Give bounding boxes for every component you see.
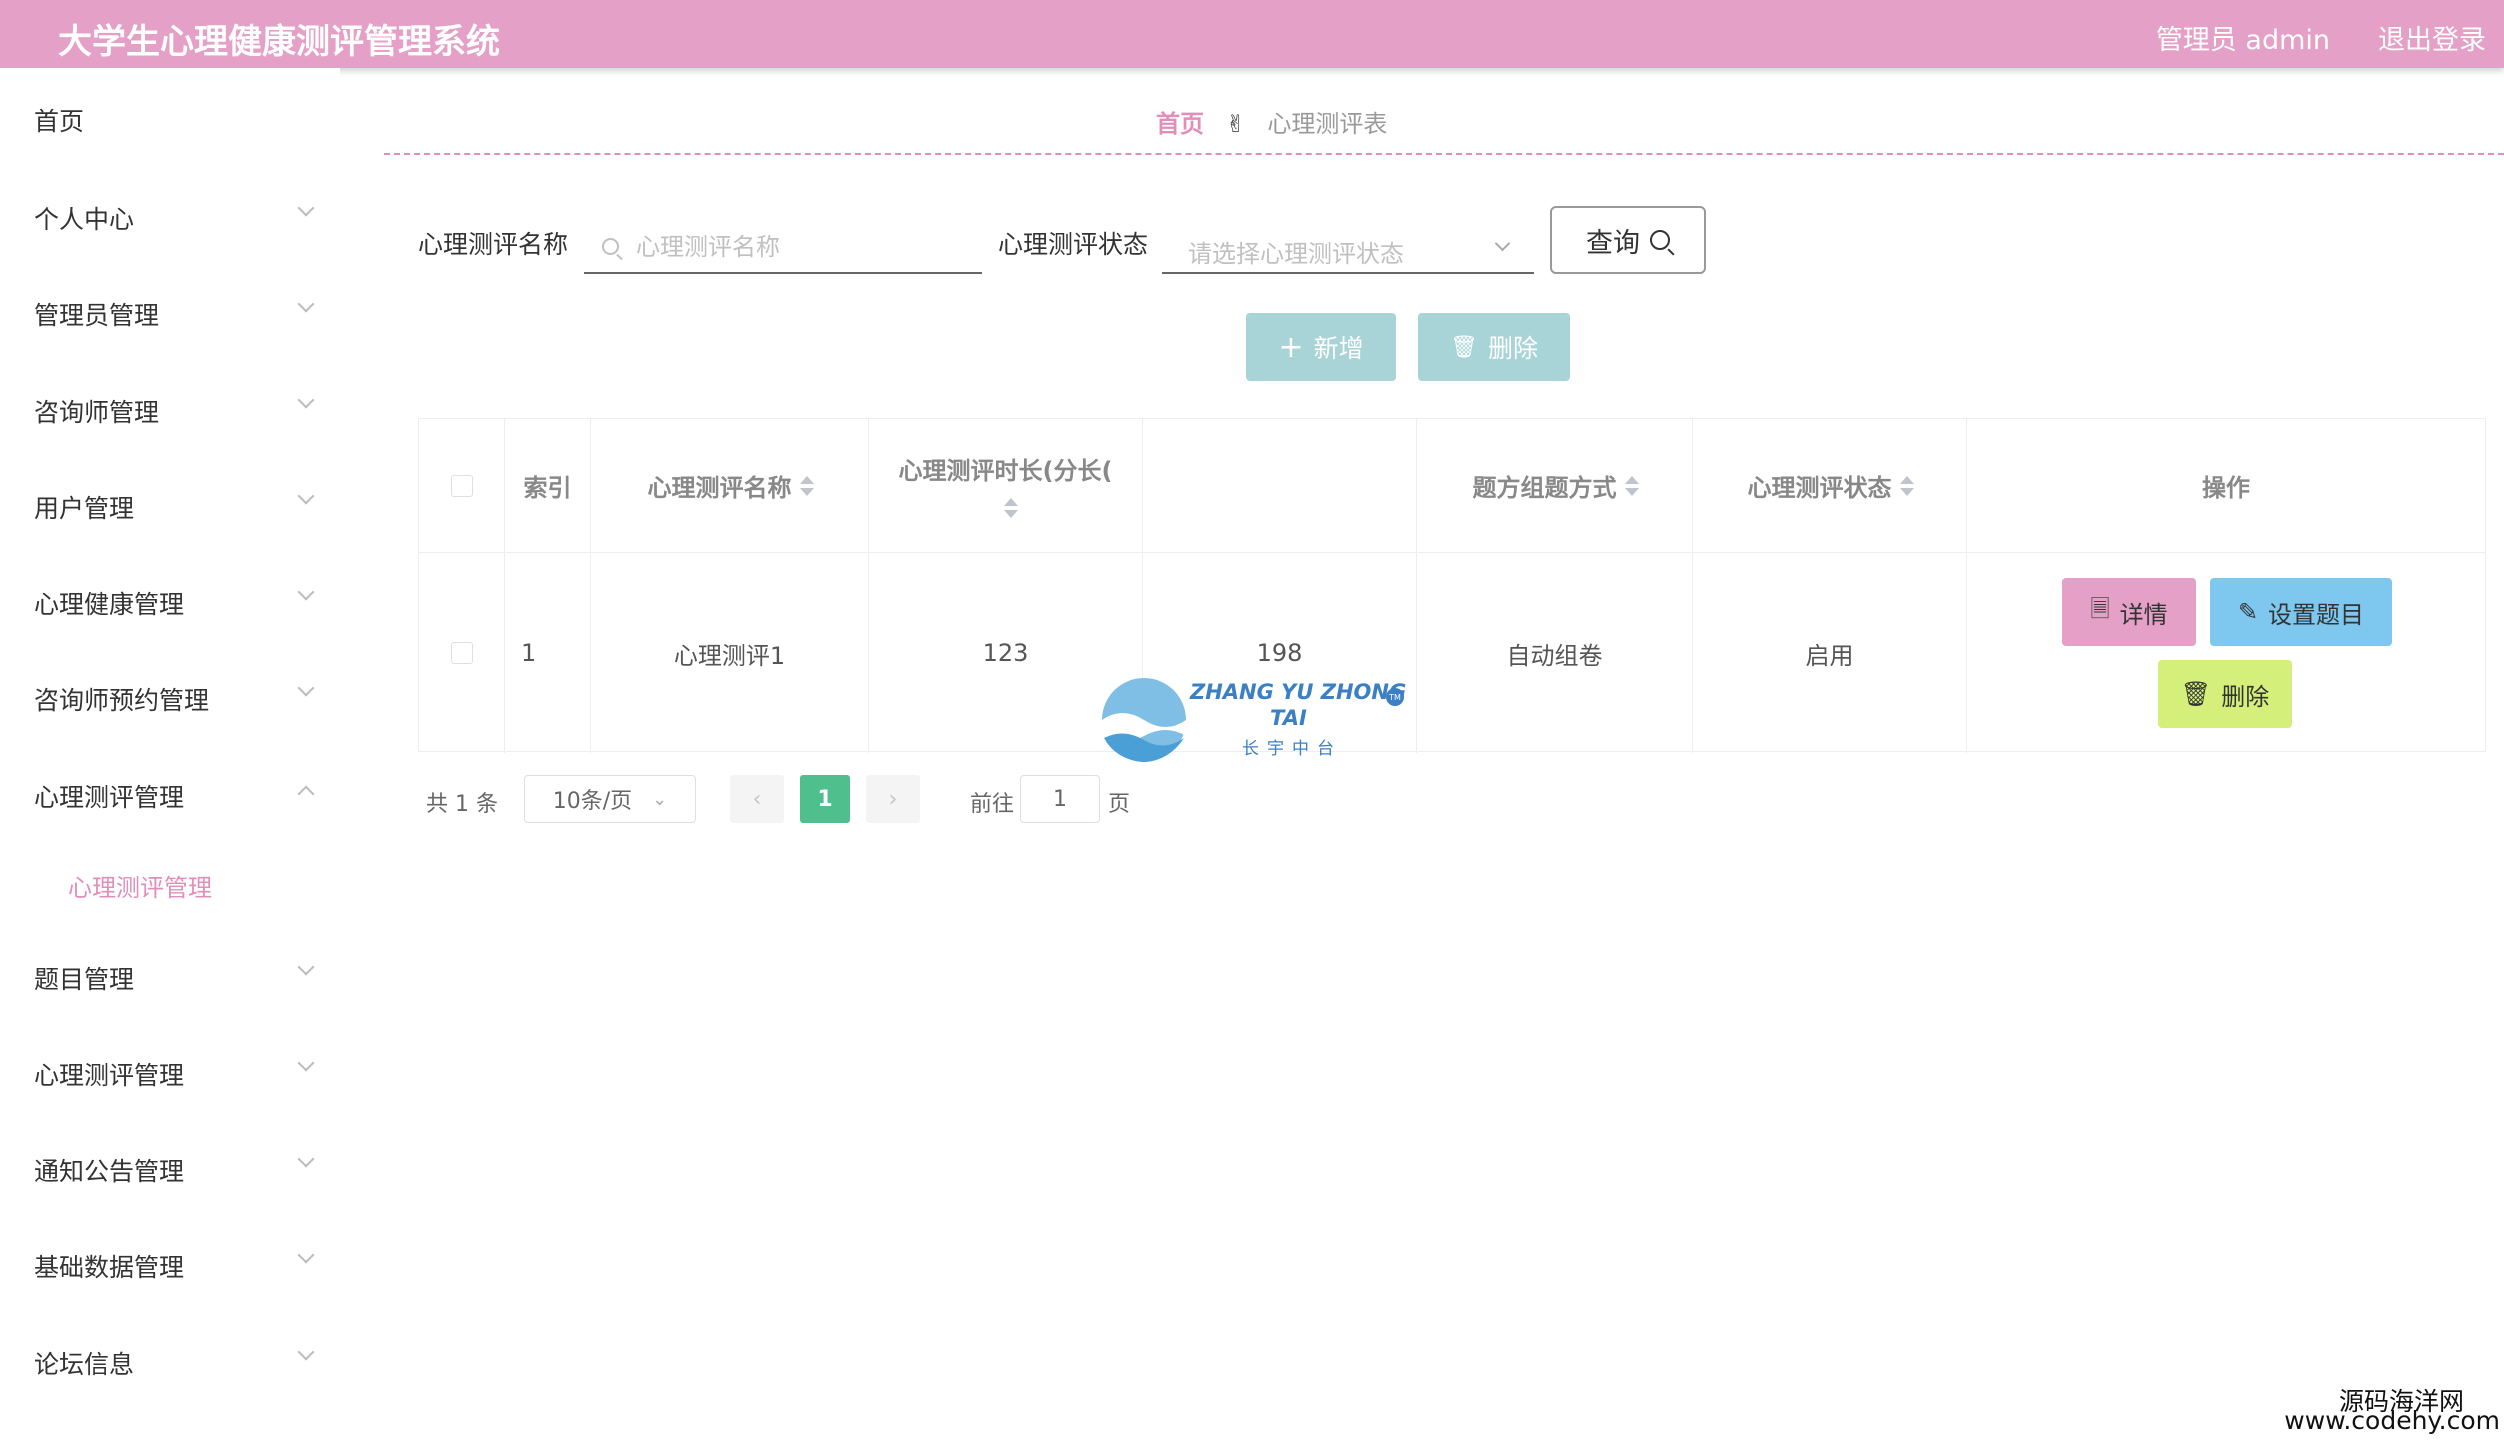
next-page-button[interactable]: ›: [866, 775, 920, 823]
page-1-button[interactable]: 1: [800, 775, 850, 823]
edit-icon: ✎: [2237, 598, 2259, 626]
status-select-placeholder: 请选择心理测评状态: [1188, 240, 1404, 268]
sidebar-item-question-manage[interactable]: 题目管理: [34, 960, 314, 996]
search-icon: [1650, 230, 1670, 250]
chevron-down-icon: ⌄: [652, 788, 668, 810]
goto-prefix: 前往: [970, 792, 1015, 817]
admin-label: 管理员 admin: [2155, 25, 2330, 56]
column-header-name[interactable]: 心理测评名称: [591, 419, 869, 553]
detail-button[interactable]: 🗏 详情: [2062, 578, 2196, 646]
goto-page-input[interactable]: 1: [1020, 775, 1100, 823]
detail-button-label: 详情: [2119, 600, 2168, 629]
cell-name: 心理测评1: [591, 553, 869, 753]
chevron-down-icon: [1494, 235, 1511, 252]
status-filter-label: 心理测评状态: [998, 230, 1149, 259]
logout-link[interactable]: 退出登录: [2378, 18, 2486, 57]
pager-total: 共 1 条: [426, 792, 498, 817]
page-size-label: 10条/页: [552, 789, 633, 814]
header-actions-label: 操作: [2202, 474, 2250, 502]
sidebar-item-personal-center[interactable]: 个人中心: [34, 200, 314, 236]
trash-icon: 🗑: [2180, 680, 2212, 708]
select-all-checkbox[interactable]: [450, 474, 473, 497]
column-header-actions: 操作: [1967, 419, 2485, 553]
cell-status: 启用: [1693, 553, 1967, 753]
app-title: 大学生心理健康测评管理系统: [58, 22, 500, 62]
header-index-label: 索引: [523, 474, 572, 502]
batch-delete-button[interactable]: 🗑 删除: [1418, 313, 1570, 381]
trash-icon: 🗑: [1450, 334, 1478, 360]
search-icon: [602, 238, 619, 255]
column-header-score-obscured: [1143, 419, 1417, 553]
query-button[interactable]: 查询: [1550, 206, 1706, 274]
prev-page-button[interactable]: ‹: [730, 775, 784, 823]
sidebar-item-user-manage[interactable]: 用户管理: [34, 489, 314, 525]
column-header-index: 索引: [505, 419, 591, 553]
plus-icon: +: [1278, 329, 1304, 365]
name-search-field: [584, 224, 982, 274]
sidebar-item-basic-data-manage[interactable]: 基础数据管理: [34, 1248, 314, 1284]
goto-suffix: 页: [1108, 792, 1131, 817]
name-search-input[interactable]: [584, 224, 982, 270]
sort-icon[interactable]: [1899, 474, 1914, 498]
page-size-select[interactable]: 10条/页 ⌄: [524, 775, 696, 823]
cell-method: 自动组卷: [1417, 553, 1693, 753]
sidebar-item-assessment-manage-2[interactable]: 心理测评管理: [34, 1056, 314, 1092]
row-delete-label: 删除: [2221, 682, 2270, 711]
query-button-label: 查询: [1586, 227, 1640, 259]
zhangyu-logo-watermark: [1102, 678, 1186, 762]
hand-pointer-icon: ✌: [1225, 110, 1246, 138]
sidebar-item-counselor-manage[interactable]: 咨询师管理: [34, 393, 314, 429]
row-delete-button[interactable]: 🗑 删除: [2158, 660, 2292, 728]
sidebar: 首页 个人中心 管理员管理 咨询师管理 用户管理 心理健康管理 咨询师预约管理 …: [0, 68, 340, 1440]
add-button-label: 新增: [1313, 334, 1364, 363]
name-filter-label: 心理测评名称: [418, 230, 569, 259]
header-method-label: 题方​组题方式: [1472, 474, 1617, 502]
header-select-all: [419, 419, 505, 553]
sidebar-subitem-assessment-manage[interactable]: 心理测评管理: [68, 868, 212, 903]
status-select[interactable]: 请选择心理测评状态: [1162, 224, 1534, 274]
set-questions-label: 设置题目: [2268, 600, 2365, 629]
row-checkbox[interactable]: [450, 642, 473, 664]
add-button[interactable]: + 新增: [1246, 313, 1396, 381]
sort-icon[interactable]: [1624, 474, 1639, 498]
sort-icon[interactable]: [799, 474, 814, 498]
sidebar-item-forum[interactable]: 论坛信息: [34, 1345, 314, 1381]
sidebar-item-appointment-manage[interactable]: 咨询师预约管理: [34, 681, 314, 717]
column-header-duration[interactable]: 心理测评时长(分长(: [869, 419, 1143, 553]
breadcrumb-current: 心理测评表: [1267, 110, 1388, 138]
column-header-method[interactable]: 题方​组题方式: [1417, 419, 1693, 553]
column-header-status[interactable]: 心理测评状态: [1693, 419, 1967, 553]
sidebar-item-admin-manage[interactable]: 管理员管理: [34, 296, 314, 332]
set-questions-button[interactable]: ✎ 设置题目: [2210, 578, 2392, 646]
document-icon: 🗏: [2090, 594, 2110, 623]
header-name-label: 心理测评名称: [647, 474, 792, 502]
sidebar-item-mental-health-manage[interactable]: 心理健康管理: [34, 585, 314, 621]
cell-index: 1: [505, 553, 591, 753]
batch-delete-label: 删除: [1487, 334, 1538, 363]
corner-watermark-url: www.codehy.com: [2284, 1406, 2500, 1435]
sidebar-item-assessment-manage[interactable]: 心理测评管理: [34, 778, 314, 814]
sidebar-item-home[interactable]: 首页: [34, 102, 314, 138]
header-status-label: 心理测评状态: [1747, 474, 1892, 502]
watermark-text: TAI: [1270, 706, 1307, 730]
breadcrumb: 首页 ✌ 心理测评表: [1156, 104, 1387, 139]
table-row-checkbox-cell: [419, 553, 505, 753]
header-duration-label: 心理测评时长(分长(: [898, 457, 1113, 485]
sort-icon[interactable]: [1003, 496, 1018, 520]
trademark-badge: TM: [1386, 688, 1404, 706]
watermark-text: ZHANG YU ZHONG: [1190, 680, 1407, 704]
breadcrumb-home[interactable]: 首页: [1156, 110, 1204, 138]
watermark-text-cn: 长宇中台: [1242, 739, 1342, 759]
sidebar-item-notice-manage[interactable]: 通知公告管理: [34, 1152, 314, 1188]
divider: [384, 153, 2504, 155]
top-bar: 大学生心理健康测评管理系统 管理员 admin 退出登录: [0, 0, 2504, 68]
